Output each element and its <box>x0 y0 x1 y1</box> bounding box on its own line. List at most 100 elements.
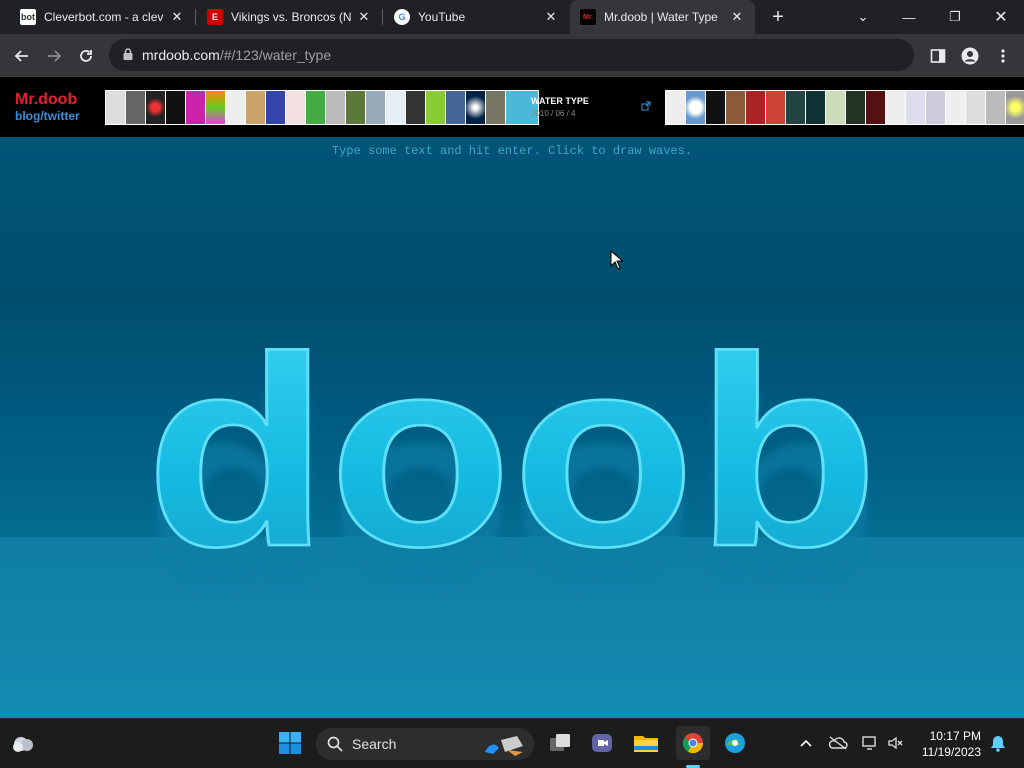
taskbar-search-box[interactable]: Search <box>316 728 534 760</box>
tab-divider <box>195 9 196 25</box>
water-text: doob <box>146 302 879 603</box>
experiment-thumbnail[interactable] <box>206 91 225 124</box>
experiment-thumbnail[interactable] <box>186 91 205 124</box>
experiment-thumbnail[interactable] <box>766 91 785 124</box>
experiment-thumbnail[interactable] <box>826 91 845 124</box>
tab-search-chevron-icon[interactable]: ⌄ <box>840 0 886 34</box>
onedrive-cloud-icon[interactable] <box>824 729 852 757</box>
tab-title: YouTube <box>418 10 466 24</box>
clock-date[interactable]: 11/19/2023 <box>905 745 981 759</box>
experiment-thumbnail[interactable] <box>926 91 945 124</box>
close-tab-icon[interactable]: ✕ <box>356 9 372 25</box>
chrome-menu-kebab-icon[interactable] <box>990 43 1016 69</box>
search-highlight-art-icon <box>485 736 523 756</box>
network-monitor-icon[interactable] <box>856 729 884 757</box>
experiment-thumbnail[interactable] <box>666 91 685 124</box>
search-icon <box>327 736 343 752</box>
close-window-icon[interactable]: ✕ <box>978 0 1024 34</box>
experiment-thumbnail[interactable] <box>426 91 445 124</box>
restore-icon[interactable]: ❐ <box>932 0 978 34</box>
experiment-thumbnail[interactable] <box>446 91 465 124</box>
site-logo[interactable]: Mr.doob blog/twitter <box>15 92 80 124</box>
mouse-cursor-icon <box>610 250 624 270</box>
experiment-thumbnails-right <box>665 90 1024 125</box>
experiment-thumbnail[interactable] <box>906 91 925 124</box>
experiment-thumbnail[interactable] <box>846 91 865 124</box>
experiment-thumbnail[interactable] <box>886 91 905 124</box>
experiment-thumbnail[interactable] <box>106 91 125 124</box>
experiment-thumbnail[interactable] <box>286 91 305 124</box>
experiment-thumbnail[interactable] <box>986 91 1005 124</box>
experiment-thumbnail[interactable] <box>466 91 485 124</box>
experiment-thumbnail[interactable] <box>406 91 425 124</box>
teams-chat-icon[interactable] <box>588 729 616 757</box>
chrome-taskbar-icon[interactable] <box>676 726 710 760</box>
tab-title: Cleverbot.com - a clev <box>44 10 164 24</box>
experiment-thumbnail[interactable] <box>726 91 745 124</box>
url-path: /#/123/water_type <box>219 47 332 63</box>
close-tab-icon[interactable]: ✕ <box>169 9 185 25</box>
experiment-thumbnail[interactable] <box>806 91 825 124</box>
tab-mrdoob[interactable]: Mr. Mr.doob | Water Type ✕ <box>570 0 755 34</box>
profile-avatar-icon[interactable] <box>957 43 983 69</box>
tab-cleverbot[interactable]: bot Cleverbot.com - a clev ✕ <box>10 0 195 34</box>
experiment-thumbnail[interactable] <box>686 91 705 124</box>
experiment-thumbnail[interactable] <box>706 91 725 124</box>
google-favicon-icon: G <box>394 9 410 25</box>
clock-time[interactable]: 10:17 PM <box>905 729 981 743</box>
search-label: Search <box>352 736 397 752</box>
blog-twitter-link[interactable]: blog/twitter <box>15 108 80 124</box>
tab-divider <box>382 9 383 25</box>
reload-icon[interactable] <box>73 43 99 69</box>
experiment-thumbnail[interactable] <box>226 91 245 124</box>
experiment-date: 2010 / 06 / 4 <box>531 109 576 118</box>
forward-arrow-icon[interactable] <box>41 43 67 69</box>
mrdoob-favicon-icon: Mr. <box>580 9 596 25</box>
lock-icon[interactable] <box>121 47 135 61</box>
experiment-thumbnail[interactable] <box>166 91 185 124</box>
experiment-thumbnail[interactable] <box>386 91 405 124</box>
experiment-thumbnail[interactable] <box>266 91 285 124</box>
site-header: Mr.doob blog/twitter WATER TYPE 2010 / 0… <box>0 77 1024 137</box>
tab-title: Mr.doob | Water Type <box>604 10 718 24</box>
edge-beta-icon[interactable] <box>721 729 749 757</box>
experiment-thumbnail[interactable] <box>966 91 985 124</box>
web-page[interactable]: doob doob Mr.doob blog/twitter WATER TYP… <box>0 77 1024 718</box>
file-explorer-icon[interactable] <box>632 729 660 757</box>
experiment-thumbnail[interactable] <box>246 91 265 124</box>
experiment-thumbnail[interactable] <box>866 91 885 124</box>
task-view-icon[interactable] <box>546 729 574 757</box>
experiment-thumbnail[interactable] <box>486 91 505 124</box>
back-arrow-icon[interactable] <box>9 43 35 69</box>
experiment-thumbnail[interactable] <box>746 91 765 124</box>
show-hidden-icons-chevron-icon[interactable] <box>792 729 820 757</box>
new-tab-icon[interactable]: + <box>767 6 789 28</box>
tab-title: Vikings vs. Broncos (N <box>231 10 352 24</box>
experiment-thumbnail[interactable] <box>1006 91 1024 124</box>
experiment-thumbnail[interactable] <box>126 91 145 124</box>
experiment-thumbnail[interactable] <box>346 91 365 124</box>
water-type-canvas[interactable]: doob doob <box>0 77 1024 718</box>
windows-start-icon[interactable] <box>276 729 304 757</box>
weather-widget-icon[interactable] <box>9 729 37 757</box>
close-tab-icon[interactable]: ✕ <box>543 9 559 25</box>
windows-taskbar: Search 10:17 PM 11/19/2023 <box>0 718 1024 768</box>
experiment-thumbnail[interactable] <box>366 91 385 124</box>
url-host: mrdoob.com <box>142 47 220 63</box>
notification-bell-icon[interactable] <box>984 729 1012 757</box>
experiment-thumbnail[interactable] <box>946 91 965 124</box>
experiment-thumbnail[interactable] <box>306 91 325 124</box>
logo-title[interactable]: Mr.doob <box>15 92 80 108</box>
tab-youtube[interactable]: G YouTube ✕ <box>384 0 569 34</box>
external-link-icon[interactable] <box>641 101 651 111</box>
address-bar[interactable]: mrdoob.com/#/123/water_type <box>109 39 914 71</box>
minimize-icon[interactable]: — <box>886 0 932 34</box>
instruction-text: Type some text and hit enter. Click to d… <box>331 144 693 158</box>
experiment-thumbnail[interactable] <box>326 91 345 124</box>
experiment-thumbnail[interactable] <box>146 91 165 124</box>
espn-favicon-icon: E <box>207 9 223 25</box>
experiment-thumbnail[interactable] <box>786 91 805 124</box>
tab-vikings-broncos[interactable]: E Vikings vs. Broncos (N ✕ <box>197 0 382 34</box>
close-tab-icon[interactable]: ✕ <box>729 9 745 25</box>
side-panel-icon[interactable] <box>925 43 951 69</box>
